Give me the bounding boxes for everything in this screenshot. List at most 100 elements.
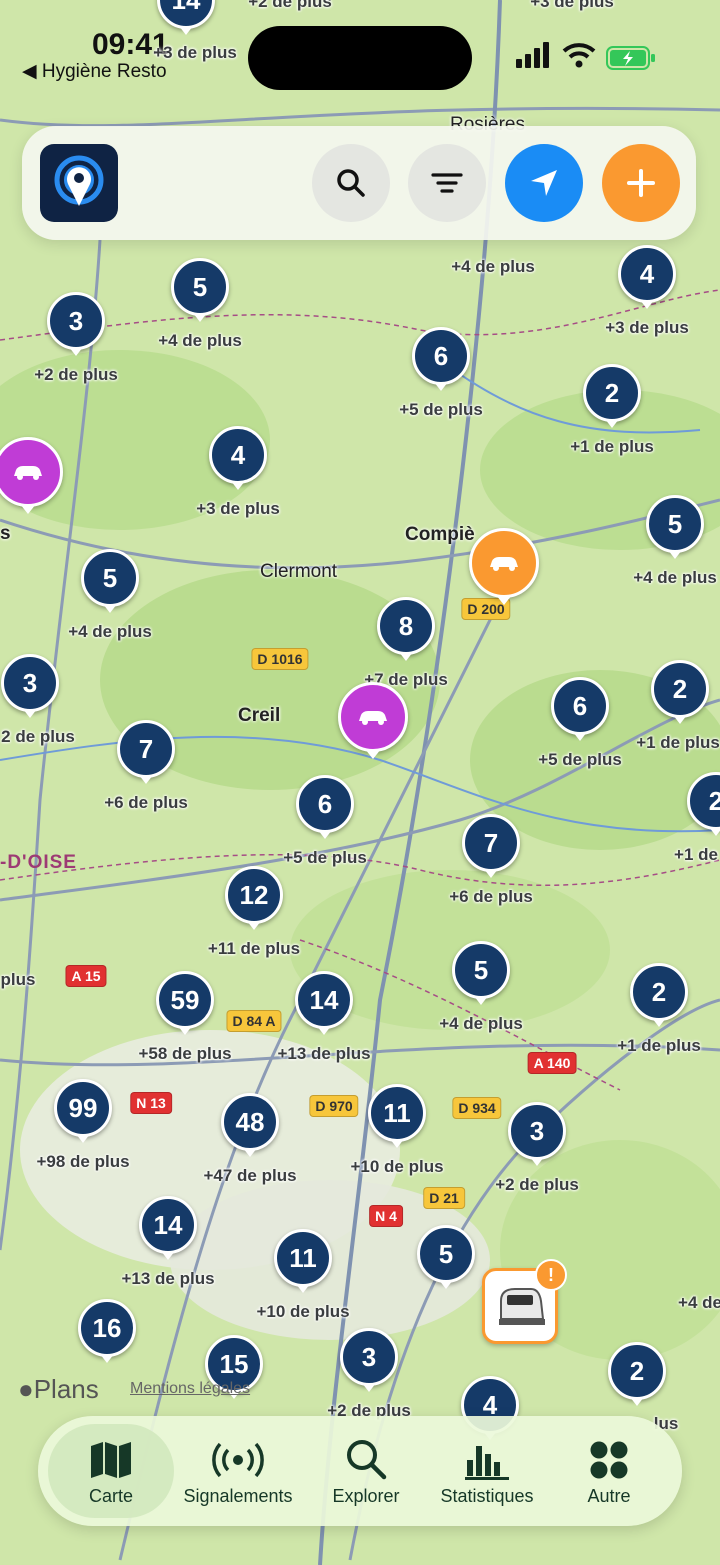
- cluster-more-label: +4 de: [678, 1293, 720, 1312]
- cluster-more-label: +10 de plus: [350, 1157, 444, 1176]
- car-icon: [490, 557, 518, 571]
- cluster-more-label: +6 de plus: [104, 793, 188, 812]
- car-marker[interactable]: [338, 682, 408, 752]
- cluster-pin[interactable]: 3: [47, 292, 105, 350]
- top-toolbar: [22, 126, 696, 240]
- cluster-pin[interactable]: 59: [156, 971, 214, 1029]
- cluster-more-label: +2 de plus: [248, 0, 332, 11]
- filter-icon: [431, 173, 463, 193]
- cluster-more-label: +3 de plus: [530, 0, 614, 11]
- cluster-more-label: +1 de: [674, 845, 718, 864]
- cluster-pin[interactable]: 3: [508, 1102, 566, 1160]
- cluster-pin[interactable]: 8: [377, 597, 435, 655]
- cluster-more-label: 2 de plus: [1, 727, 75, 746]
- apple-maps-brand: ●Plans: [18, 1374, 99, 1405]
- road-shield: D 84 A: [226, 1010, 282, 1032]
- tab-carte[interactable]: Carte: [48, 1424, 174, 1518]
- cluster-more-label: +6 de plus: [449, 887, 533, 906]
- cluster-pin[interactable]: 5: [646, 495, 704, 553]
- cluster-pin[interactable]: 2: [630, 963, 688, 1021]
- cluster-pin[interactable]: 7: [117, 720, 175, 778]
- tab-signalements[interactable]: Signalements: [174, 1424, 302, 1518]
- back-to-app-link[interactable]: ◀ Hygiène Resto: [22, 60, 167, 83]
- cluster-more-label: +13 de plus: [121, 1269, 215, 1288]
- city-label-edge: s: [0, 523, 11, 544]
- apple-logo-icon: ●: [18, 1374, 34, 1404]
- cluster-more-label: +3 de plus: [196, 499, 280, 518]
- car-icon: [359, 711, 387, 725]
- road-shield: N 4: [369, 1205, 403, 1227]
- cluster-pin[interactable]: 99: [54, 1079, 112, 1137]
- cluster-pin[interactable]: 6: [551, 677, 609, 735]
- broadcast-icon: [212, 1442, 264, 1478]
- cluster-more-label: +2 de plus: [495, 1175, 579, 1194]
- warning-badge-icon: !: [535, 1259, 567, 1291]
- cluster-pin[interactable]: 2: [608, 1342, 666, 1400]
- cluster-more-label: +5 de plus: [283, 848, 367, 867]
- cluster-more-label: +1 de plus: [617, 1036, 701, 1055]
- cluster-pin[interactable]: 3: [1, 654, 59, 712]
- road-shield: D 934: [452, 1097, 502, 1119]
- city-label-creil: Creil: [238, 705, 281, 726]
- cluster-pin[interactable]: 4: [618, 245, 676, 303]
- dynamic-island: [248, 26, 472, 90]
- alert-marker[interactable]: !: [482, 1259, 567, 1344]
- legal-notice-link[interactable]: Mentions légales: [130, 1380, 250, 1398]
- cluster-pin[interactable]: 5: [81, 549, 139, 607]
- cluster-more-label: +1 de plus: [570, 437, 654, 456]
- cluster-more-label: +47 de plus: [203, 1166, 297, 1185]
- cluster-more-label: +5 de plus: [399, 400, 483, 419]
- cluster-pin[interactable]: 6: [296, 775, 354, 833]
- tab-bar: Carte Signalements Explorer Statistiques…: [38, 1416, 682, 1526]
- cluster-pin[interactable]: 14: [139, 1196, 197, 1254]
- cluster-pin[interactable]: 7: [462, 814, 520, 872]
- cluster-more-label: +5 de plus: [538, 750, 622, 769]
- map-icon: [91, 1442, 131, 1478]
- cluster-pin[interactable]: 5: [452, 941, 510, 999]
- plus-icon: [627, 169, 655, 197]
- cluster-pin[interactable]: 16: [78, 1299, 136, 1357]
- plans-label: Plans: [33, 1374, 99, 1404]
- search-button[interactable]: [312, 144, 390, 222]
- city-label-compiegne: Compiè: [405, 524, 475, 545]
- cluster-pin[interactable]: 11: [368, 1084, 426, 1142]
- car-marker[interactable]: [469, 528, 539, 598]
- add-button[interactable]: [602, 144, 680, 222]
- locate-me-button[interactable]: [505, 144, 583, 222]
- cluster-pin[interactable]: 48: [221, 1093, 279, 1151]
- battery-charging-icon: [606, 46, 655, 70]
- cluster-pin[interactable]: 12: [225, 866, 283, 924]
- road-shield: D 1016: [251, 648, 309, 670]
- road-shield: D 21: [423, 1187, 465, 1209]
- cluster-more-label: +10 de plus: [256, 1302, 350, 1321]
- cluster-more-label: +4 de plus: [451, 257, 535, 276]
- cluster-pin[interactable]: 2: [583, 364, 641, 422]
- radar-pin-logo-icon: [54, 155, 104, 206]
- tab-explorer[interactable]: Explorer: [312, 1424, 420, 1518]
- cluster-more-label: +4 de plus: [68, 622, 152, 641]
- car-icon: [14, 466, 42, 480]
- cluster-more-label: +3 de plus: [153, 43, 237, 62]
- cluster-pin[interactable]: 2: [651, 660, 709, 718]
- cluster-pin[interactable]: 4: [209, 426, 267, 484]
- cluster-more-label: +2 de plus: [34, 365, 118, 384]
- magnifier-icon: [347, 1440, 387, 1480]
- tab-statistiques[interactable]: Statistiques: [430, 1424, 544, 1518]
- cluster-pin[interactable]: 6: [412, 327, 470, 385]
- app-logo[interactable]: [40, 144, 118, 222]
- cluster-pin[interactable]: 5: [417, 1225, 475, 1283]
- tab-label: Explorer: [332, 1486, 400, 1506]
- cluster-pin[interactable]: 14: [295, 971, 353, 1029]
- cluster-more-label: +98 de plus: [36, 1152, 130, 1171]
- city-label-clermont: Clermont: [260, 561, 338, 582]
- tab-label: Autre: [587, 1486, 631, 1506]
- tab-autre[interactable]: Autre: [564, 1424, 654, 1518]
- cellular-signal-icon: [516, 42, 549, 68]
- cluster-more-label: +1 de plus: [636, 733, 720, 752]
- filter-button[interactable]: [408, 144, 486, 222]
- cluster-pin[interactable]: 3: [340, 1328, 398, 1386]
- status-bar: 09:41 ◀ Hygiène Resto: [0, 0, 720, 100]
- cluster-pin[interactable]: 5: [171, 258, 229, 316]
- cluster-more-label: +3 de plus: [605, 318, 689, 337]
- cluster-pin[interactable]: 11: [274, 1229, 332, 1287]
